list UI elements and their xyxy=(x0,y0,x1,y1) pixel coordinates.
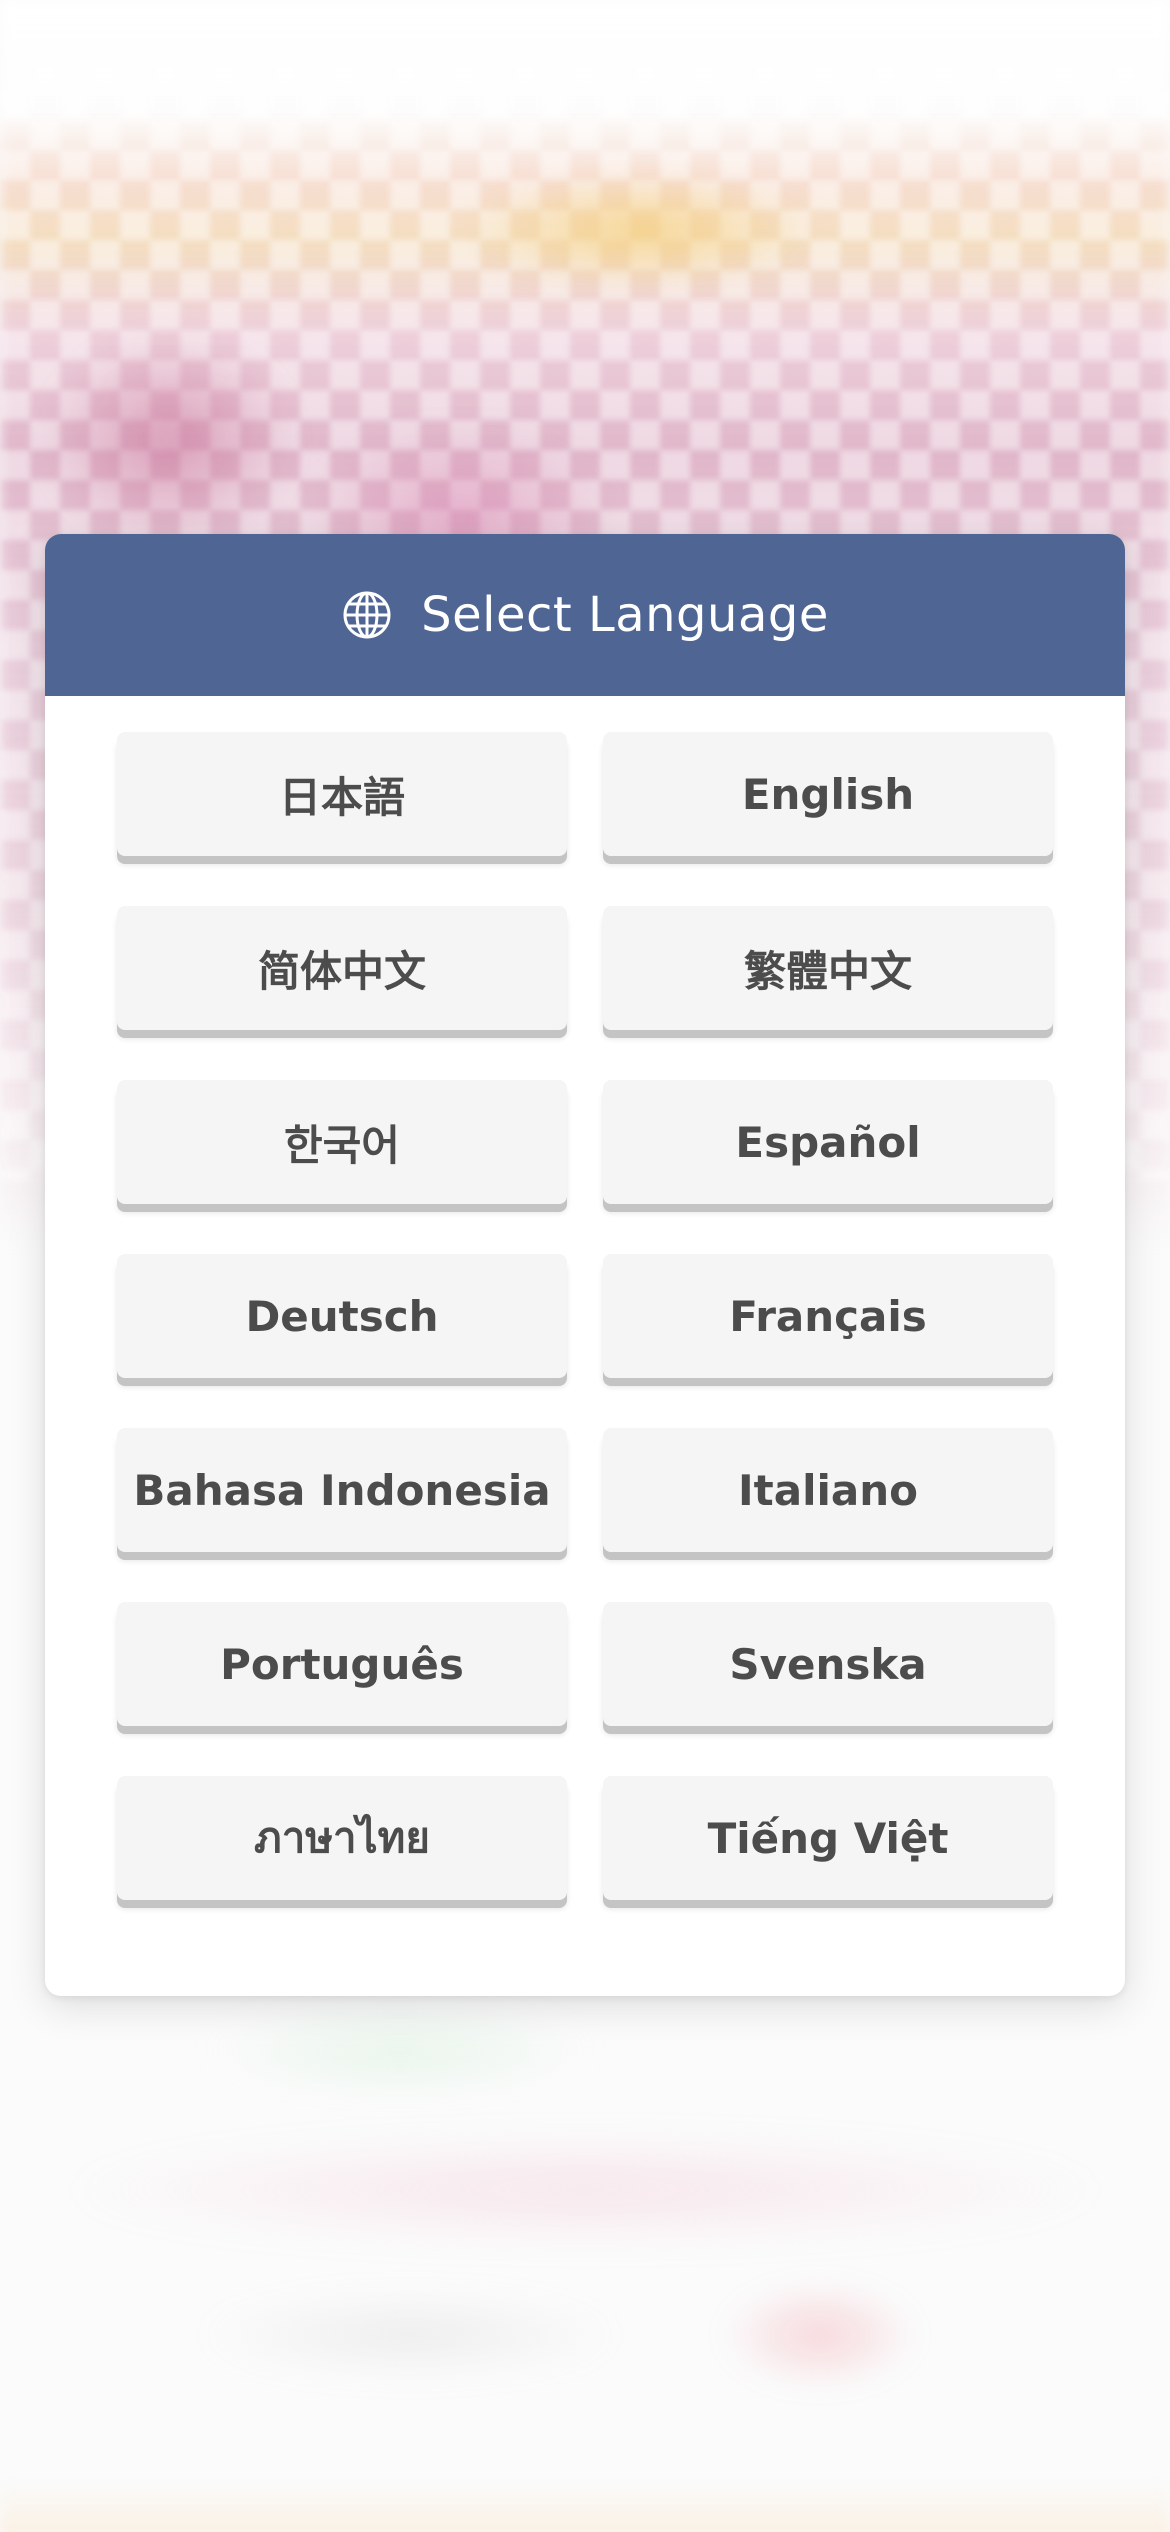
language-button-traditional-chinese[interactable]: 繁體中文 xyxy=(603,906,1053,1030)
language-select-modal: Select Language 日本語 English 简体中文 繁體中文 한국… xyxy=(45,534,1125,1996)
language-button-simplified-chinese[interactable]: 简体中文 xyxy=(117,906,567,1030)
language-button-japanese[interactable]: 日本語 xyxy=(117,732,567,856)
language-button-korean[interactable]: 한국어 xyxy=(117,1080,567,1204)
modal-header: Select Language xyxy=(45,534,1125,696)
language-button-portuguese[interactable]: Português xyxy=(117,1602,567,1726)
screen: Select Language 日本語 English 简体中文 繁體中文 한국… xyxy=(0,0,1170,2532)
language-button-italian[interactable]: Italiano xyxy=(603,1428,1053,1552)
language-button-english[interactable]: English xyxy=(603,732,1053,856)
language-button-german[interactable]: Deutsch xyxy=(117,1254,567,1378)
language-button-french[interactable]: Français xyxy=(603,1254,1053,1378)
modal-title: Select Language xyxy=(421,587,829,643)
language-button-spanish[interactable]: Español xyxy=(603,1080,1053,1204)
language-button-indonesian[interactable]: Bahasa Indonesia xyxy=(117,1428,567,1552)
language-button-thai[interactable]: ภาษาไทย xyxy=(117,1776,567,1900)
language-button-vietnamese[interactable]: Tiếng Việt xyxy=(603,1776,1053,1900)
language-grid: 日本語 English 简体中文 繁體中文 한국어 Español Deutsc… xyxy=(117,732,1053,1900)
language-button-swedish[interactable]: Svenska xyxy=(603,1602,1053,1726)
globe-icon xyxy=(341,589,393,641)
